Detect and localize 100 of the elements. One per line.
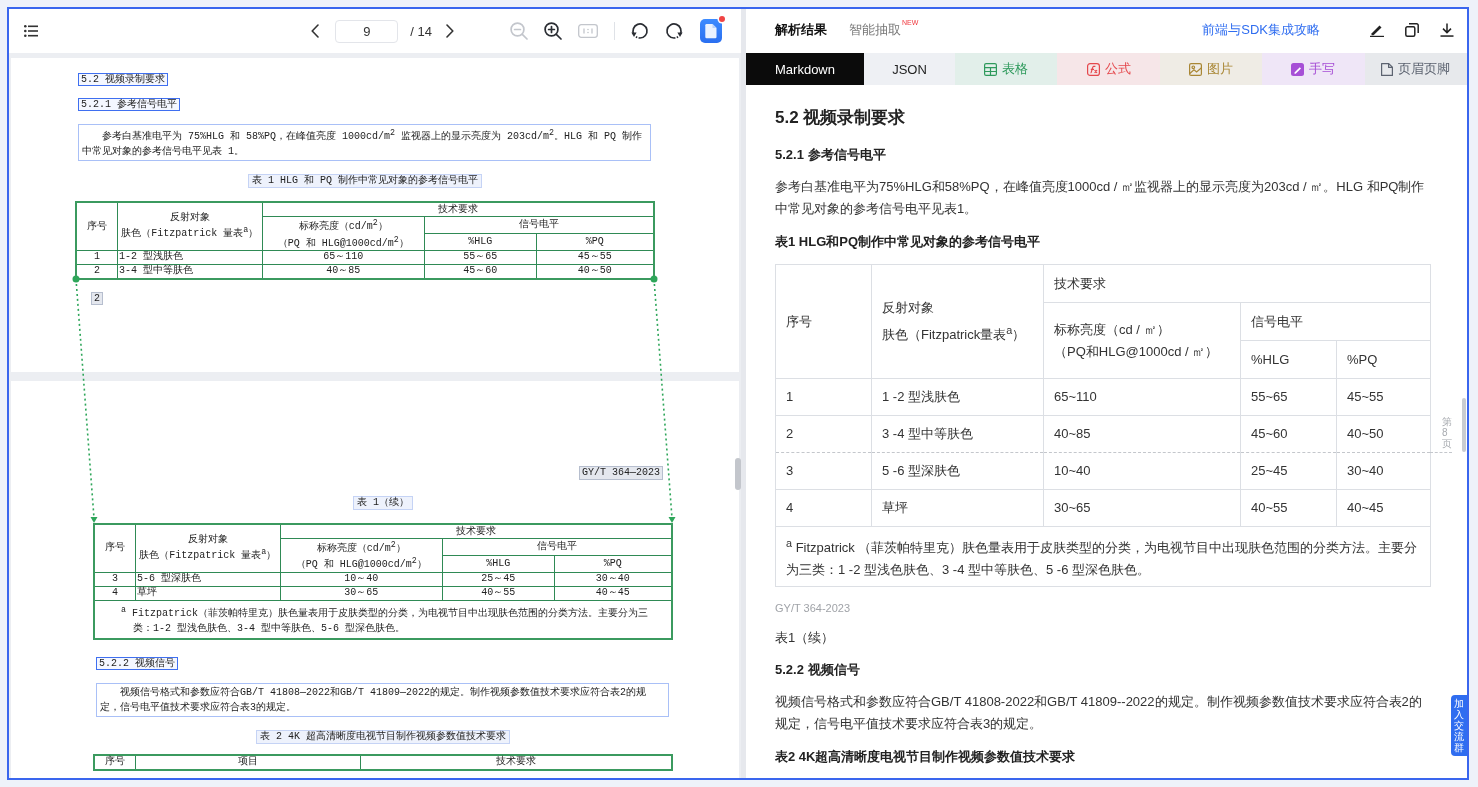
copy-icon[interactable] [1405,22,1419,37]
section-heading: 5.2.2 视频信号 [96,657,178,670]
table-cell: 1 [76,250,118,265]
header-text: 反射对象 [882,298,935,317]
image-icon [1189,62,1202,76]
table-cell: 5-6 型深肤色 [135,572,281,587]
header-text: 标称亮度（cd/m$^{2}$） [315,539,407,556]
table-cell: 4 [775,489,872,527]
page-input[interactable]: 9 [335,19,399,43]
rotate-left-icon[interactable] [631,22,649,40]
table-cell: 30~40 [1336,452,1431,490]
table-header-cell: 信号电平 [1240,302,1431,341]
header-text: 肤色（Fitzpatrick 量表$^{a}$） [138,546,278,563]
header-text: 标称亮度（cd/m$^{2}$） [297,217,389,234]
list-icon[interactable] [24,25,38,37]
table-header-cell: 技术要求 [1043,264,1431,303]
table-cell: 4 [94,586,136,601]
scrollbar-thumb[interactable] [1462,398,1466,452]
paragraph-text: 参考白基准电平为75%HLG和58%PQ，在峰值亮度1000cd / ㎡监视器上的显示亮度为203cd / ㎡。HLG 和PQ制作中常见对象的参考信号电平见表1。 [775,178,1426,218]
table-header-cell: 信号电平 [424,216,654,234]
scrollbar-thumb[interactable] [735,458,741,490]
format-tab[interactable]: 表格 [955,53,1058,85]
table-header-cell: 序号 [775,264,872,379]
header-text: 标称亮度（cd / ㎡） [1054,320,1171,339]
format-tab[interactable]: 页眉页脚 [1364,53,1467,85]
panel-tab[interactable]: 智能抽取 [849,20,901,39]
section-heading: 5.2.2 视频信号 [775,661,861,680]
table-header-cell: 序号 [94,524,136,573]
document-app-icon[interactable] [700,19,722,43]
format-tab[interactable]: Markdown [746,53,864,85]
table-header-cell: 序号 [76,202,118,251]
table-cell: 40～55 [442,586,555,601]
format-tab[interactable]: 图片 [1159,53,1263,85]
page-count: / 14 [410,23,432,39]
paragraph-text: 表1（续） [775,629,836,648]
table-cell: 草坪 [135,586,281,601]
table-cell: 55~65 [1240,378,1337,416]
format-tab[interactable]: JSON [864,53,955,85]
table-cell: 10～40 [280,572,443,587]
section-heading: 5.2 视频录制要求 [775,107,907,129]
table-caption: 表 2 4K 超高清晰度电视节目制作视频参数值技术要求 [256,730,510,744]
page-icon [1381,62,1394,76]
table-cell: 25~45 [1240,452,1337,490]
format-tab[interactable]: 手写 [1262,53,1365,85]
table-cell: 55～65 [424,250,537,265]
formula-icon [1086,62,1100,76]
table-cell: 1-2 型浅肤色 [117,250,263,265]
table-cell: 40～45 [554,586,672,601]
table-cell: 40~85 [1043,415,1241,453]
section-heading: 5.2.1 参考信号电平 [775,146,887,164]
page-number: 2 [91,292,103,305]
table-cell: 3 -4 型中等肤色 [871,415,1044,453]
table-cell: 45~55 [1336,378,1431,416]
table-title: 表1 HLG和PQ制作中常见对象的参考信号电平 [775,233,1042,251]
chevron-left-icon[interactable] [311,24,320,38]
table-cell: 30～40 [554,572,672,587]
download-icon[interactable] [1440,22,1454,37]
table-cell: 30~65 [1043,489,1241,527]
table-caption: 表 1 HLG 和 PQ 制作中常见对象的参考信号电平 [248,174,482,189]
table-cell: 1 -2 型浅肤色 [871,378,1044,416]
chevron-right-icon[interactable] [446,24,454,38]
table-header-cell: %PQ [1336,340,1431,379]
rotate-right-icon[interactable] [665,22,683,40]
table-caption: 表 1（续） [353,496,413,510]
table-cell: 3 [94,572,136,587]
table-footnote: $^{a}$ Fitzpatrick （菲茨帕特里克）肤色量表用于皮肤类型的分类，为电视节目中出现肤色范围的分类方法。主要分为三类：1 -2 型浅色肤色、3 -4 型中等肤色、5 -6 型深色肤色。 [775,526,1431,587]
header-text: 肤色（Fitzpatrick 量表$^{a}$） [120,224,260,241]
table-cell: 65~110 [1043,378,1241,416]
table-icon [984,62,998,76]
section-heading: 5.2.1 参考信号电平 [78,98,180,111]
page-header-text: GY/T 364-2023 [775,601,851,617]
table-cell: 2 [775,415,872,453]
paragraph-text: 视频信号格式和参数应符合GB/T 41808—2022和GB/T 41809—2022的规定。制作视频参数值技术要求应符合表2的规定，信号电平值技术要求应符合表3的规定。 [96,683,669,717]
zoom-in-icon[interactable] [544,22,562,40]
table-cell: 45~60 [1240,415,1337,453]
table-cell: 3-4 型中等肤色 [117,264,263,279]
header-text: （PQ 和 HLG@1000cd/m$^{2}$） [294,555,428,572]
paragraph-text: 视频信号格式和参数应符合GB/T 41808-2022和GB/T 41809--2022的规定。制作视频参数值技术要求应符合表2的规定，信号电平值技术要求应符合表3的规定。 [775,693,1423,734]
page-header-text: GY/T 364—2023 [579,466,663,480]
header-text: 反射对象 [168,212,211,225]
format-tab[interactable]: 公式 [1057,53,1160,85]
header-text: （PQ和HLG@1000cd / ㎡） [1054,342,1220,361]
table-cell: 40~50 [1336,415,1431,453]
guide-link[interactable]: 前端与SDK集成攻略 [1202,20,1320,39]
panel-tab[interactable]: 解析结果 [775,20,827,39]
table-header-cell: 信号电平 [442,538,672,556]
table-cell: 65～110 [262,250,425,265]
paragraph-text: 参考白基准电平为 75%HLG 和 58%PQ，在峰值亮度 1000cd/m$^{2}$ 监视器上的显示亮度为 203cd/m$^{2}$。HLG 和 PQ 制作中常见对象的参考信号电平见表 1。 [78,124,651,162]
table-header-cell: 技术要求 [280,524,672,539]
header-text: （PQ 和 HLG@1000cd/m$^{2}$） [276,233,410,250]
table-header-cell: %HLG [442,555,555,573]
table-cell: 10~40 [1043,452,1241,490]
table-cell: 3 [775,452,872,490]
page-label: 第8页 [1442,415,1452,449]
handwriting-icon [1291,62,1305,76]
table-header-cell: %HLG [1240,340,1337,379]
side-tab[interactable]: 加入交流群 [1451,695,1467,756]
header-text: 反射对象 [186,534,229,547]
table-header-cell: %HLG [424,233,537,251]
table-title: 表2 4K超高清晰度电视节目制作视频参数值技术要求 [775,748,1077,767]
